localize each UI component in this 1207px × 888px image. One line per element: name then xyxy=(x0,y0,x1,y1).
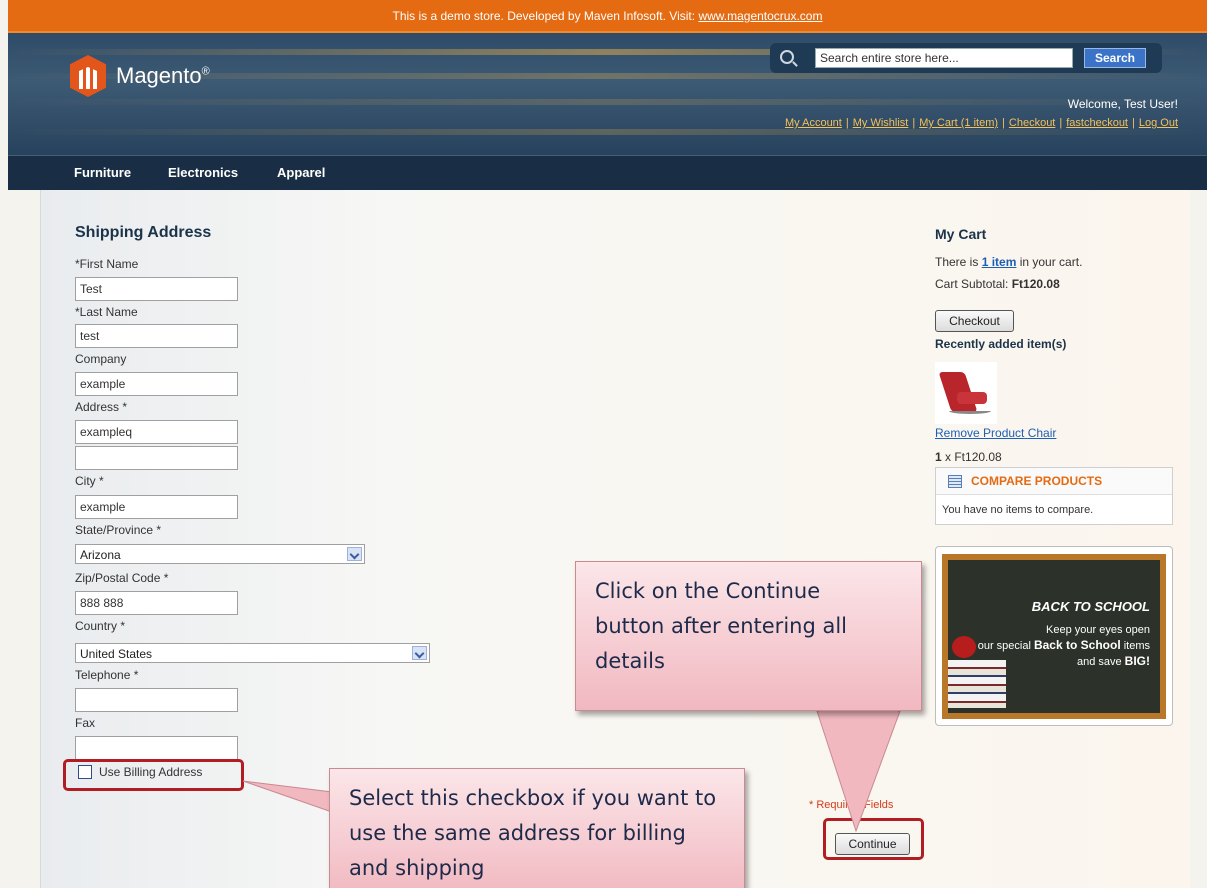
link-my-wishlist[interactable]: My Wishlist xyxy=(853,117,909,129)
fax-label: Fax xyxy=(75,716,96,730)
compare-products-empty: You have no items to compare. xyxy=(942,504,1094,516)
compare-products-box: COMPARE PRODUCTS You have no items to co… xyxy=(935,467,1173,525)
continue-button[interactable]: Continue xyxy=(835,833,910,855)
use-billing-address-label[interactable]: Use Billing Address xyxy=(99,765,202,779)
cart-checkout-button[interactable]: Checkout xyxy=(935,310,1014,332)
logo-text: Magento® xyxy=(116,63,210,88)
cart-subtotal: Cart Subtotal: Ft120.08 xyxy=(935,277,1060,291)
state-label: State/Province * xyxy=(75,523,162,537)
nav-item-furniture[interactable]: Furniture xyxy=(74,165,131,180)
first-name-label: *First Name xyxy=(75,257,139,271)
header-decoration xyxy=(8,129,1207,135)
state-select-value: Arizona xyxy=(80,548,121,562)
cart-count: There is 1 item in your cart. xyxy=(935,255,1083,269)
chair-product-image[interactable] xyxy=(935,362,997,424)
apple-icon xyxy=(952,636,976,658)
company-label: Company xyxy=(75,352,127,366)
first-name-field[interactable] xyxy=(75,277,238,301)
books-icon xyxy=(948,660,1006,708)
compare-products-title: COMPARE PRODUCTS xyxy=(971,474,1103,488)
separator: | xyxy=(1059,117,1063,129)
chevron-down-icon xyxy=(412,646,427,660)
use-billing-address-checkbox[interactable] xyxy=(78,765,92,779)
separator: | xyxy=(912,117,916,129)
magento-logo-icon xyxy=(70,55,106,97)
telephone-label: Telephone * xyxy=(75,668,139,682)
recently-added-title: Recently added item(s) xyxy=(935,337,1067,351)
link-my-account[interactable]: My Account xyxy=(785,117,842,129)
last-name-label: *Last Name xyxy=(75,305,138,319)
nav-item-apparel[interactable]: Apparel xyxy=(277,165,325,180)
site-header: Magento® Search Welcome, Test User! My A… xyxy=(8,33,1207,155)
address-label: Address * xyxy=(75,400,128,414)
required-fields-note: * Required Fields xyxy=(809,799,894,811)
telephone-field[interactable] xyxy=(75,688,238,712)
compare-list-icon xyxy=(948,475,962,488)
demo-notice-bar: This is a demo store. Developed by Maven… xyxy=(8,0,1207,33)
billing-checkbox-callout: Select this checkbox if you want to use … xyxy=(329,768,745,888)
separator: | xyxy=(1002,117,1005,129)
link-my-cart[interactable]: My Cart (1 item) xyxy=(919,117,998,129)
last-name-field[interactable] xyxy=(75,324,238,348)
zip-field[interactable] xyxy=(75,591,238,615)
link-fastcheckout[interactable]: fastcheckout xyxy=(1066,117,1128,129)
fax-field[interactable] xyxy=(75,736,238,760)
remove-product-link[interactable]: Remove Product xyxy=(935,426,1024,440)
product-name-link[interactable]: Chair xyxy=(1028,426,1057,440)
search-button[interactable]: Search xyxy=(1084,48,1146,68)
compare-products-header: COMPARE PRODUCTS xyxy=(936,468,1172,495)
account-links: My Account | My Wishlist | My Cart (1 item) |… xyxy=(785,117,1178,129)
shipping-address-title: Shipping Address xyxy=(75,224,212,241)
search-bar: Search xyxy=(770,43,1162,73)
demo-notice-text: This is a demo store. Developed by Maven… xyxy=(392,9,699,23)
cart-items-link[interactable]: 1 item xyxy=(982,255,1017,269)
my-cart-title: My Cart xyxy=(935,226,987,242)
demo-notice-link[interactable]: www.magentocrux.com xyxy=(698,9,822,23)
nav-item-electronics[interactable]: Electronics xyxy=(168,165,238,180)
address-line2-field[interactable] xyxy=(75,446,238,470)
header-decoration xyxy=(8,99,1207,105)
country-select-value: United States xyxy=(80,647,153,661)
promo-title: BACK TO SCHOOL xyxy=(1031,599,1150,614)
separator: | xyxy=(1132,117,1135,129)
welcome-message: Welcome, Test User! xyxy=(1067,97,1178,111)
search-icon xyxy=(780,50,794,64)
category-nav: Furniture Electronics Apparel xyxy=(8,155,1207,190)
continue-callout-text: Click on the Continue button after enter… xyxy=(595,579,847,673)
back-to-school-banner[interactable]: BACK TO SCHOOL Keep your eyes open for o… xyxy=(935,546,1173,726)
company-field[interactable] xyxy=(75,372,238,396)
separator: | xyxy=(845,117,849,129)
city-field[interactable] xyxy=(75,495,238,519)
state-select[interactable]: Arizona xyxy=(75,544,365,564)
store-logo[interactable]: Magento® xyxy=(70,55,210,97)
link-log-out[interactable]: Log Out xyxy=(1139,117,1178,129)
chalkboard-image: BACK TO SCHOOL Keep your eyes open for o… xyxy=(942,554,1166,719)
link-checkout[interactable]: Checkout xyxy=(1009,117,1055,129)
continue-callout: Click on the Continue button after enter… xyxy=(575,561,922,711)
cart-item-qty: 1 x Ft120.08 xyxy=(935,450,1002,464)
address-line1-field[interactable] xyxy=(75,420,238,444)
zip-label: Zip/Postal Code * xyxy=(75,571,169,585)
city-label: City * xyxy=(75,474,104,488)
country-select[interactable]: United States xyxy=(75,643,430,663)
chevron-down-icon xyxy=(347,547,362,561)
cart-subtotal-value: Ft120.08 xyxy=(1011,277,1060,291)
cart-item-links: Remove Product Chair xyxy=(935,426,1056,440)
billing-checkbox-callout-text: Select this checkbox if you want to use … xyxy=(349,786,717,880)
country-label: Country * xyxy=(75,619,126,633)
search-input[interactable] xyxy=(815,48,1073,68)
